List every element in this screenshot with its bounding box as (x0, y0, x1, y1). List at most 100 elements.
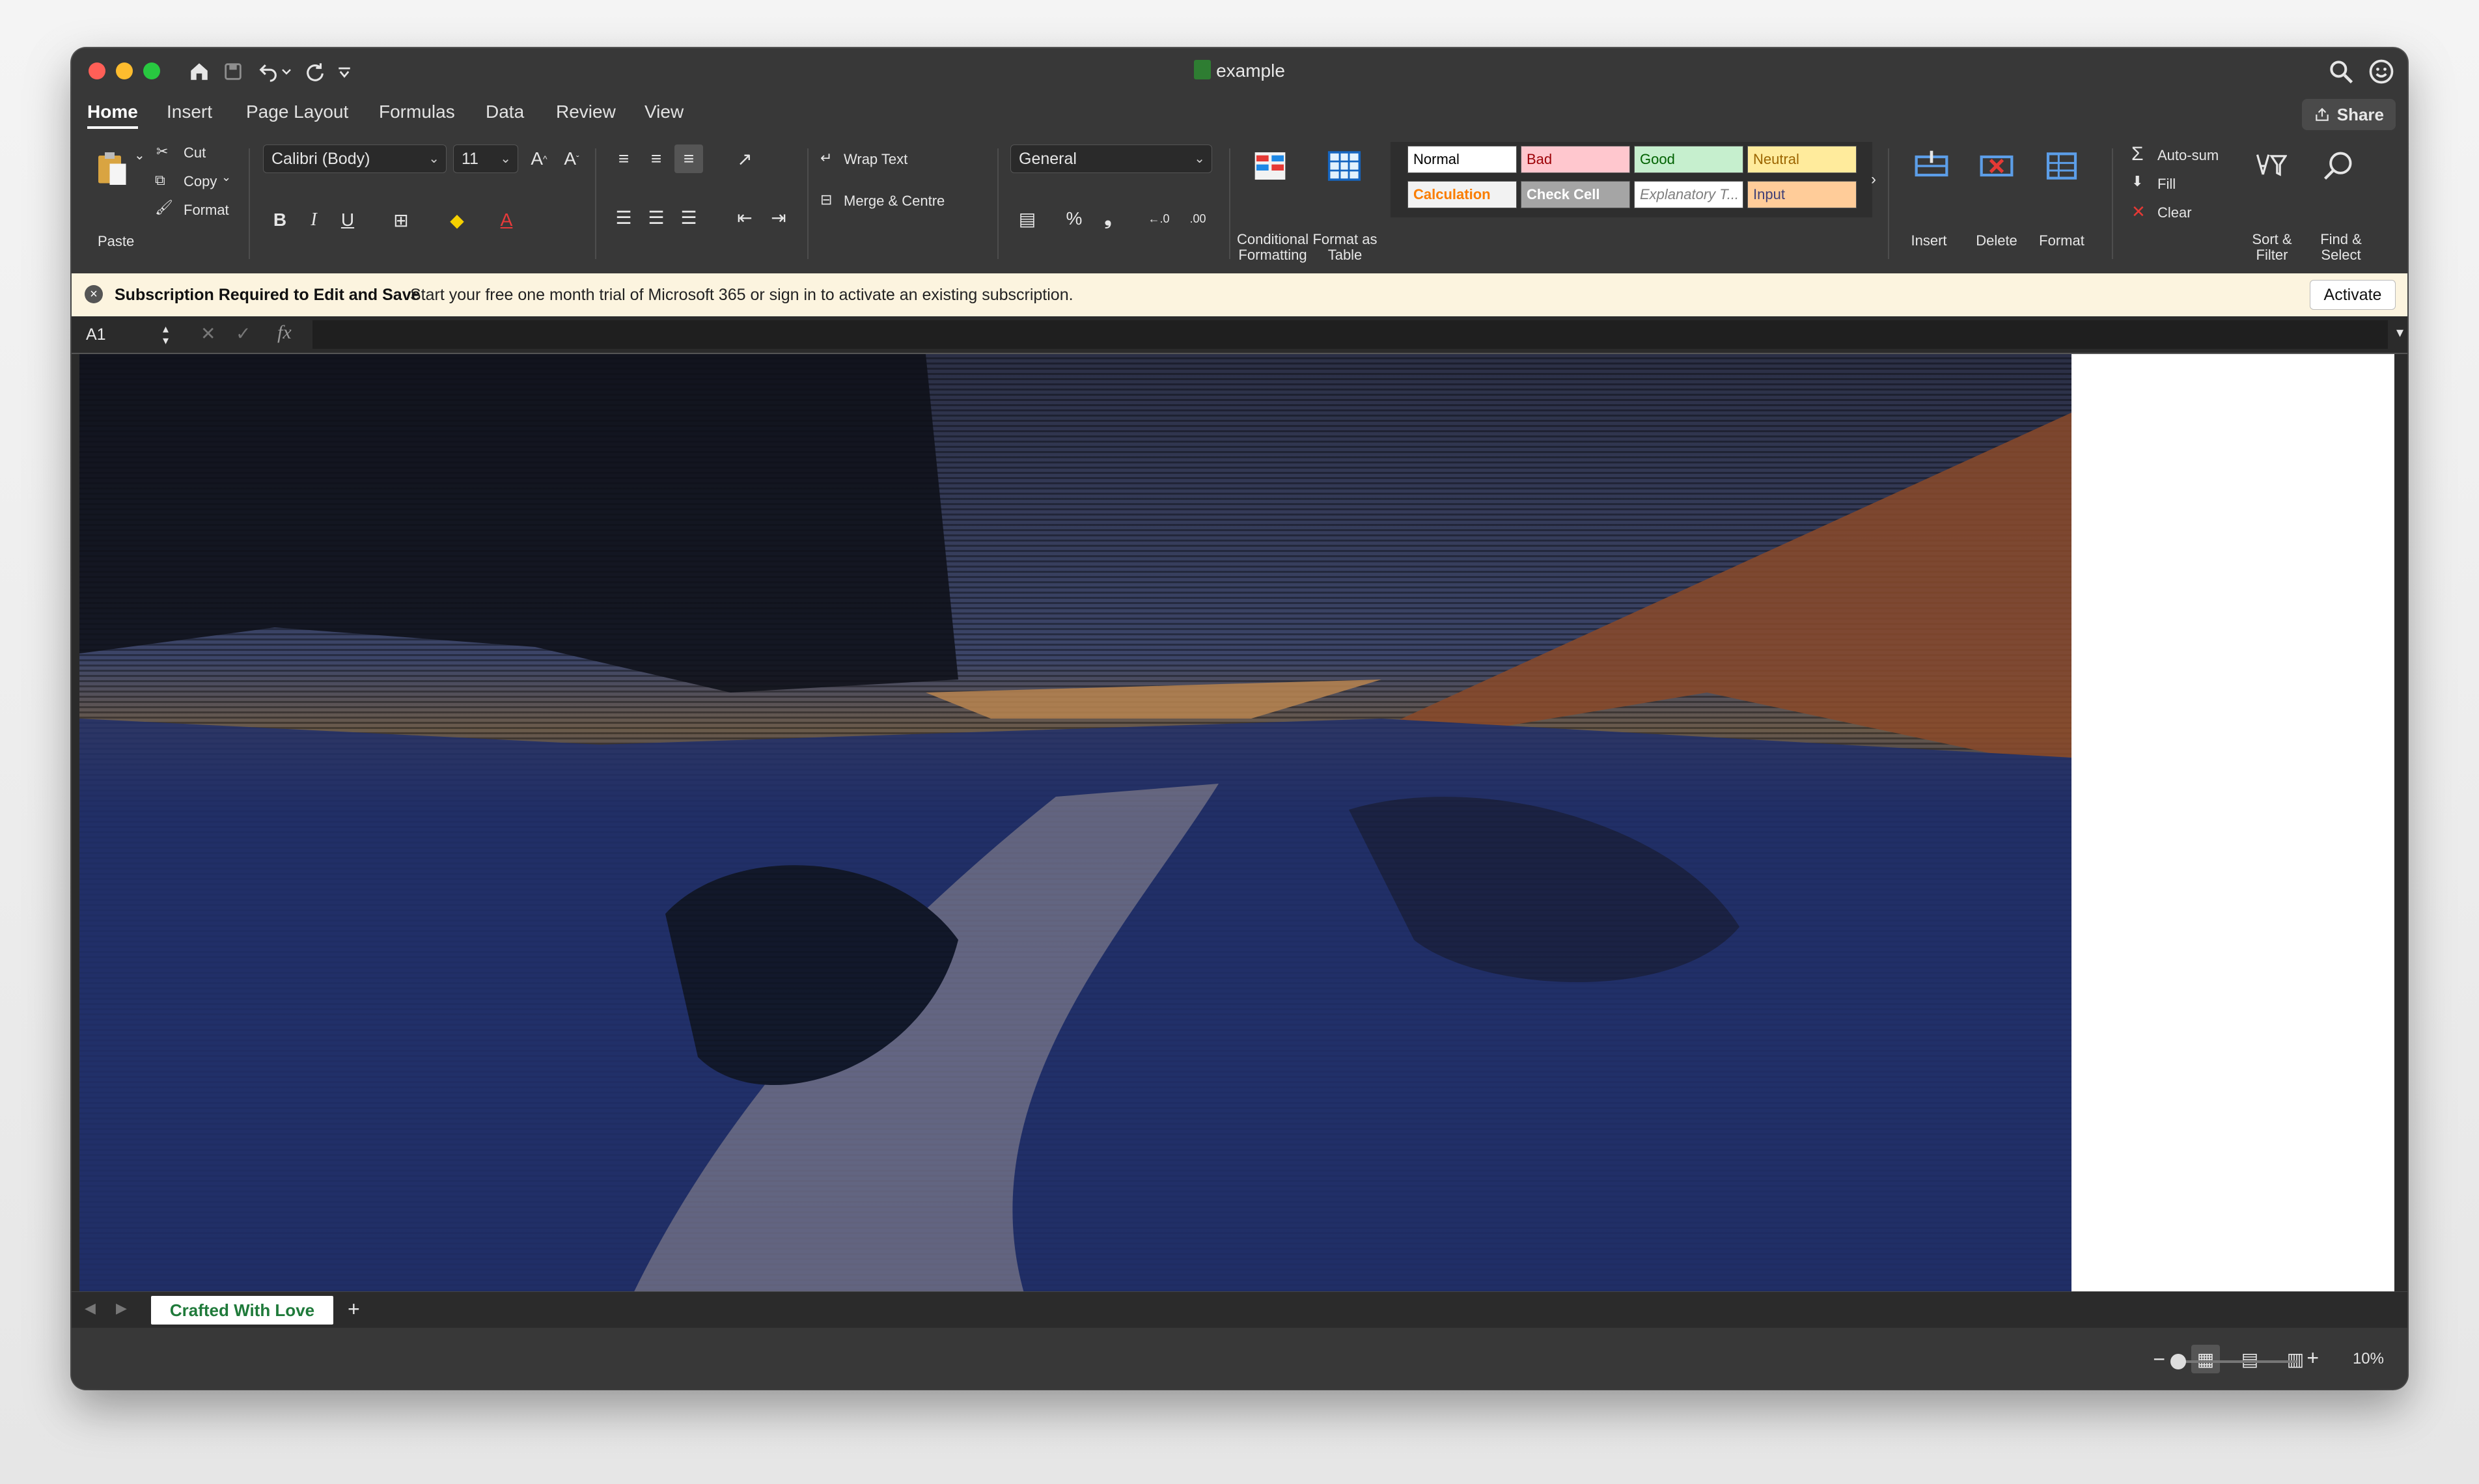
conditional-formatting-label[interactable]: Conditional Formatting (1237, 232, 1309, 263)
excel-window: example Home Insert Page Layout Formulas… (72, 48, 2407, 1389)
decrease-font-icon[interactable]: Aˇ (557, 144, 586, 173)
decrease-indent-icon[interactable]: ⇤ (730, 203, 759, 232)
cancel-entry-icon[interactable]: ✕ (201, 323, 215, 344)
normal-view-icon[interactable]: ▦ (2191, 1345, 2220, 1373)
decrease-decimal-icon[interactable]: .00 (1184, 204, 1212, 233)
insert-function-button[interactable]: fx (277, 322, 292, 344)
increase-indent-icon[interactable]: ⇥ (764, 203, 793, 232)
expand-formula-icon[interactable]: ▾ (2396, 324, 2403, 341)
format-as-table-label[interactable]: Format as Table (1312, 232, 1378, 263)
activate-button[interactable]: Activate (2310, 280, 2396, 310)
page-break-view-icon[interactable]: ▥ (2281, 1345, 2310, 1373)
style-normal[interactable]: Normal (1407, 146, 1517, 173)
format-painter-button[interactable]: Format (184, 202, 229, 219)
wrap-text-button[interactable]: Wrap Text (844, 151, 907, 168)
style-explanatory[interactable]: Explanatory T... (1634, 181, 1743, 208)
feedback-smiley-icon[interactable] (2367, 57, 2396, 86)
format-cells-icon[interactable] (2039, 143, 2084, 189)
name-box-stepper-icon[interactable]: ▴ ▾ (163, 323, 169, 346)
find-select-label[interactable]: Find & Select (2308, 232, 2374, 263)
tab-view[interactable]: View (644, 102, 684, 122)
add-sheet-icon[interactable]: + (348, 1297, 360, 1321)
find-select-icon[interactable] (2316, 144, 2359, 187)
style-calculation[interactable]: Calculation (1407, 181, 1517, 208)
sort-filter-label[interactable]: Sort & Filter (2239, 232, 2305, 263)
clear-button[interactable]: Clear (2157, 204, 2192, 221)
sort-filter-icon[interactable] (2249, 144, 2292, 187)
next-sheet-icon[interactable]: ▶ (116, 1300, 127, 1317)
fill-icon[interactable]: ⬇ (2131, 173, 2143, 190)
style-explanatory-label: Explanatory T... (1640, 186, 1739, 202)
format-painter-icon[interactable]: 🖌 (155, 199, 173, 216)
conditional-formatting-icon[interactable] (1247, 143, 1293, 189)
tab-insert[interactable]: Insert (167, 102, 212, 122)
borders-icon[interactable]: ⊞ (387, 206, 415, 234)
wrap-text-icon[interactable]: ↵ (820, 150, 832, 167)
style-good[interactable]: Good (1634, 146, 1743, 173)
previous-sheet-icon[interactable]: ◀ (85, 1300, 96, 1317)
zoom-slider-track[interactable] (2173, 1360, 2297, 1363)
increase-font-icon[interactable]: A ^ (525, 144, 553, 173)
percent-style-button[interactable]: % (1060, 204, 1088, 233)
font-name-dropdown[interactable]: Calibri (Body) ⌄ (263, 144, 447, 173)
paste-dropdown-icon[interactable]: ⌄ (134, 147, 145, 163)
tab-home[interactable]: Home (87, 102, 138, 129)
increase-decimal-icon[interactable]: ←.0 (1144, 204, 1173, 233)
page-layout-view-icon[interactable]: ▤ (2236, 1345, 2264, 1373)
sheet-area[interactable] (79, 354, 2394, 1369)
fill-color-icon[interactable]: ◆ (443, 206, 471, 234)
align-center-icon[interactable]: ☰ (642, 203, 671, 232)
number-format-dropdown[interactable]: General ⌄ (1010, 144, 1212, 173)
tab-formulas[interactable]: Formulas (379, 102, 455, 122)
tab-review[interactable]: Review (556, 102, 616, 122)
align-left-icon[interactable]: ☰ (609, 203, 638, 232)
tab-data[interactable]: Data (486, 102, 524, 122)
share-button[interactable]: Share (2301, 99, 2396, 130)
comma-style-button[interactable]: ❟ (1094, 204, 1122, 233)
italic-button[interactable]: I (299, 206, 328, 234)
insert-cells-label[interactable]: Insert (1900, 233, 1958, 249)
autosum-button[interactable]: Auto-sum (2157, 147, 2219, 164)
tab-page-layout[interactable]: Page Layout (246, 102, 348, 122)
format-cells-label[interactable]: Format (2032, 233, 2091, 249)
style-check-cell[interactable]: Check Cell (1521, 181, 1630, 208)
align-bottom-icon[interactable]: ≡ (674, 144, 703, 173)
orientation-icon[interactable]: ↗ (730, 144, 759, 173)
sheet-tab-crafted-with-love[interactable]: Crafted With Love (151, 1296, 333, 1325)
copy-dropdown-icon[interactable]: ⌄ (221, 171, 231, 184)
merge-centre-button[interactable]: Merge & Centre (844, 193, 945, 210)
align-middle-icon[interactable]: ≡ (642, 144, 671, 173)
font-size-dropdown[interactable]: 11 ⌄ (453, 144, 518, 173)
styles-more-chevron-icon[interactable]: › (1859, 165, 1888, 194)
delete-cells-label[interactable]: Delete (1967, 233, 2026, 249)
underline-button[interactable]: U (333, 206, 362, 234)
paste-label[interactable]: Paste (98, 233, 134, 250)
copy-button[interactable]: Copy (184, 173, 217, 190)
merge-centre-icon[interactable]: ⊟ (820, 191, 832, 208)
font-color-icon[interactable]: A (492, 206, 521, 234)
search-icon[interactable] (2327, 57, 2355, 86)
delete-cells-icon[interactable] (1974, 143, 2019, 189)
clear-icon[interactable]: ✕ (2131, 202, 2146, 222)
format-as-table-icon[interactable] (1322, 143, 1367, 189)
bold-button[interactable]: B (266, 206, 294, 234)
zoom-in-icon[interactable]: + (2306, 1346, 2319, 1370)
cut-button[interactable]: Cut (184, 144, 206, 161)
paste-icon[interactable] (89, 146, 134, 191)
confirm-entry-icon[interactable]: ✓ (236, 323, 251, 344)
accounting-format-icon[interactable]: ▤ (1013, 204, 1042, 233)
autosum-icon[interactable]: Σ (2131, 143, 2144, 165)
zoom-slider-thumb[interactable] (2170, 1354, 2186, 1369)
fill-button[interactable]: Fill (2157, 176, 2176, 193)
zoom-level[interactable]: 10% (2353, 1350, 2384, 1368)
style-bad[interactable]: Bad (1521, 146, 1630, 173)
cut-icon[interactable]: ✂ (156, 143, 168, 160)
style-neutral[interactable]: Neutral (1747, 146, 1857, 173)
copy-icon[interactable]: ⧉ (155, 172, 165, 189)
formula-input[interactable] (312, 320, 2388, 349)
insert-cells-icon[interactable] (1909, 143, 1954, 189)
align-top-icon[interactable]: ≡ (609, 144, 638, 173)
zoom-out-icon[interactable]: − (2153, 1347, 2165, 1371)
style-input[interactable]: Input (1747, 181, 1857, 208)
align-right-icon[interactable]: ☰ (674, 203, 703, 232)
